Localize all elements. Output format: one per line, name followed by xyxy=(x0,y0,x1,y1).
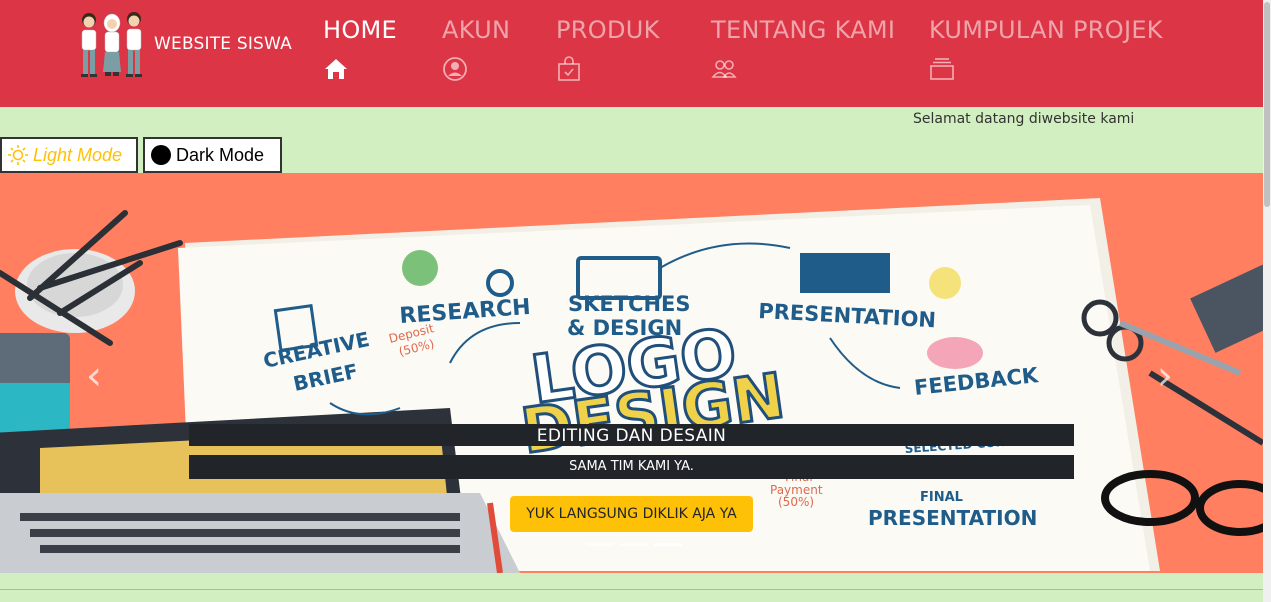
sun-icon xyxy=(8,145,28,165)
slide-title: EDITING DAN DESAIN xyxy=(189,424,1074,446)
brand[interactable]: WEBSITE SISWA xyxy=(76,6,292,80)
carousel-next-button[interactable]: › xyxy=(1157,353,1173,399)
nav-home-label: HOME xyxy=(323,16,398,44)
nav-tentang-kami[interactable]: TENTANG KAMI xyxy=(711,16,896,78)
dark-mode-button[interactable]: Dark Mode xyxy=(143,137,282,173)
nav-akun-label: AKUN xyxy=(442,16,511,44)
nav-akun[interactable]: AKUN xyxy=(442,16,511,81)
navbar: WEBSITE SISWA HOME AKUN PRODUK TENTANG K… xyxy=(0,0,1263,107)
cta-button[interactable]: YUK LANGSUNG DIKLIK AJA YA xyxy=(510,496,753,532)
svg-text:FINAL: FINAL xyxy=(920,490,963,505)
bag-check-icon xyxy=(556,56,582,82)
students-logo xyxy=(81,12,142,77)
dark-mode-label: Dark Mode xyxy=(176,144,265,165)
people-icon xyxy=(711,56,737,82)
slide-subtitle: SAMA TIM KAMI YA. xyxy=(189,455,1074,479)
nav-tentang-kami-label: TENTANG KAMI xyxy=(711,16,896,44)
collection-icon xyxy=(929,56,955,82)
moon-circle-icon xyxy=(151,145,171,165)
svg-text:(50%): (50%) xyxy=(778,495,814,509)
light-mode-label: Light Mode xyxy=(33,144,123,165)
light-mode-button[interactable]: Light Mode xyxy=(0,137,138,173)
nav-kumpulan-projek-label: KUMPULAN PROJEK xyxy=(929,16,1163,44)
welcome-marquee: Selamat datang diwebsite kami xyxy=(913,111,1135,127)
carousel-indicator-2[interactable] xyxy=(620,543,648,546)
nav-kumpulan-projek[interactable]: KUMPULAN PROJEK xyxy=(929,16,1163,80)
svg-text:PRESENTATION: PRESENTATION xyxy=(868,506,1037,530)
home-icon xyxy=(323,56,349,82)
carousel-indicator-1[interactable] xyxy=(586,543,614,546)
carousel-indicators xyxy=(586,543,682,546)
section-divider xyxy=(0,589,1263,590)
nav-produk[interactable]: PRODUK xyxy=(556,16,660,81)
carousel-indicator-3[interactable] xyxy=(654,543,682,546)
carousel-prev-button[interactable]: ‹ xyxy=(86,353,102,399)
page-scrollbar[interactable] xyxy=(1263,0,1271,602)
nav-produk-label: PRODUK xyxy=(556,16,660,44)
nav-home[interactable]: HOME xyxy=(323,16,398,79)
svg-text:SKETCHES: SKETCHES xyxy=(568,292,691,316)
scrollbar-thumb[interactable] xyxy=(1264,2,1270,207)
user-circle-icon xyxy=(442,56,468,82)
hero-carousel: RESEARCH SKETCHES & DESIGN PRESENTATION … xyxy=(0,173,1263,573)
brand-name: WEBSITE SISWA xyxy=(154,34,292,54)
